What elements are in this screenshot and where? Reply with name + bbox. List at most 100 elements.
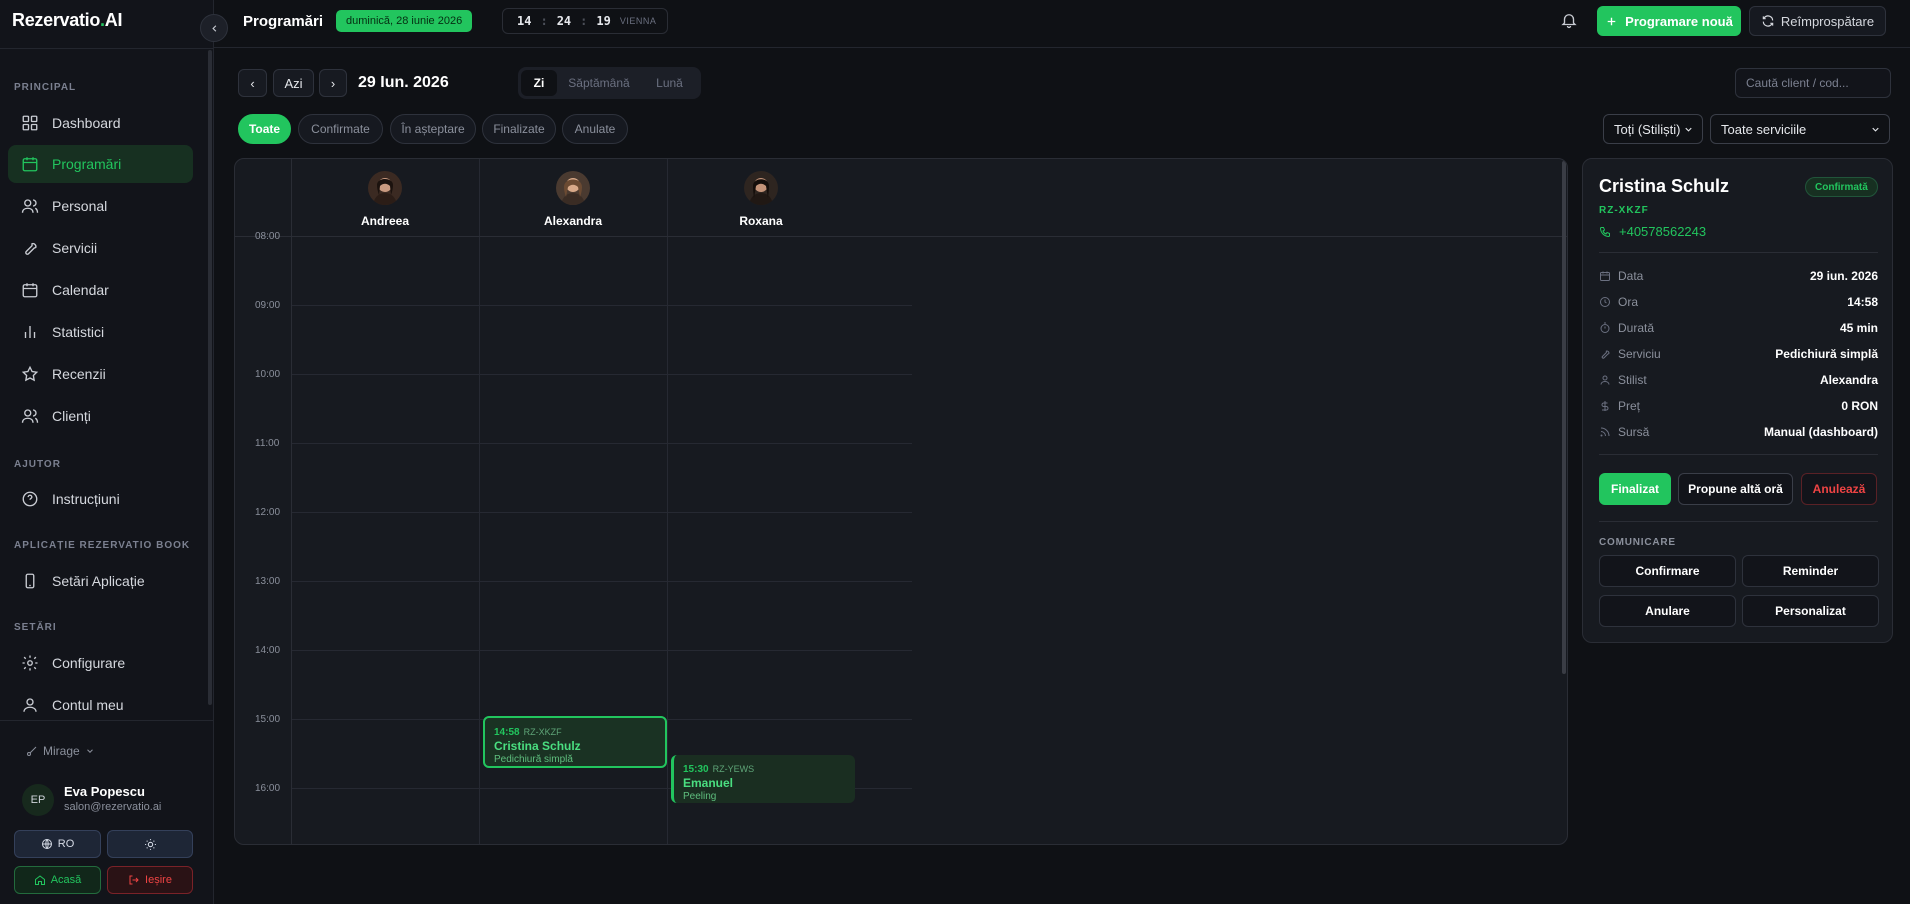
detail-row-date: Data 29 iun. 2026 (1599, 269, 1878, 283)
hour-label: 12:00 (255, 507, 281, 518)
sidebar-item-programari[interactable]: Programări (8, 145, 193, 183)
sidebar-item-setari-aplicatie[interactable]: Setări Aplicație (8, 562, 193, 600)
clock-separator: : (540, 14, 548, 28)
detail-row-service: Serviciu Pedichiură simplă (1599, 347, 1878, 361)
sidebar-item-servicii[interactable]: Servicii (8, 229, 193, 267)
today-button[interactable]: Azi (273, 69, 314, 97)
hour-label: 16:00 (255, 783, 281, 794)
filter-finished[interactable]: Finalizate (482, 114, 556, 144)
sidebar-item-clienti[interactable]: Clienți (8, 397, 193, 435)
send-cancellation-button[interactable]: Anulare (1599, 595, 1736, 627)
detail-label: Stilist (1618, 373, 1647, 387)
new-appointment-button[interactable]: Programare nouă (1597, 6, 1741, 36)
appointment-card[interactable]: 15:30 RZ-YEWS Emanuel Peeling (671, 755, 855, 803)
logout-button[interactable]: Ieșire (107, 866, 193, 894)
sidebar-item-label: Calendar (52, 282, 109, 298)
detail-label: Sursă (1618, 425, 1650, 439)
send-confirmation-button[interactable]: Confirmare (1599, 555, 1736, 587)
new-appointment-label: Programare nouă (1625, 13, 1733, 29)
filter-all[interactable]: Toate (238, 114, 291, 144)
detail-value: Alexandra (1819, 373, 1878, 387)
sidebar-item-dashboard[interactable]: Dashboard (8, 104, 193, 142)
bell-icon[interactable] (1560, 11, 1578, 29)
sidebar-item-instructiuni[interactable]: Instrucțiuni (8, 480, 193, 518)
next-day-button[interactable]: › (319, 69, 347, 97)
send-reminder-button[interactable]: Reminder (1742, 555, 1879, 587)
appointment-card[interactable]: 14:58 RZ-XKZF Cristina Schulz Pedichiură … (483, 716, 667, 768)
client-phone[interactable]: +40578562243 (1599, 224, 1706, 239)
filter-confirmed[interactable]: Confirmate (298, 114, 383, 144)
theme-toggle-button[interactable] (107, 830, 193, 858)
detail-label: Durată (1618, 321, 1655, 335)
avatar (556, 171, 590, 205)
sidebar-item-contul-meu[interactable]: Contul meu (8, 686, 193, 724)
chevron-down-icon (1683, 124, 1694, 135)
view-month-tab[interactable]: Lună (641, 70, 698, 96)
appointment-time: 15:30 (683, 764, 709, 775)
appointment-client: Emanuel (683, 776, 734, 790)
filter-pending[interactable]: În așteptare (390, 114, 476, 144)
sidebar-collapse-button[interactable] (200, 14, 228, 42)
appointment-service: Pedichiură simplă (494, 754, 573, 765)
clock-timezone: VIENNA (619, 16, 657, 26)
client-name: Cristina Schulz (1599, 176, 1730, 196)
view-week-tab[interactable]: Săptămână (559, 70, 639, 96)
language-button[interactable]: RO (14, 830, 101, 858)
service-select[interactable]: Toate serviciile (1710, 114, 1890, 144)
client-phone-value: +40578562243 (1619, 224, 1707, 239)
brand-logo[interactable]: Rezervatio.AI (12, 10, 122, 31)
sidebar: Rezervatio.AI PRINCIPAL Dashboard Progra… (0, 0, 214, 904)
wrench-icon (1599, 348, 1611, 360)
finalize-button[interactable]: Finalizat (1599, 473, 1671, 505)
stylist-select[interactable]: Toți (Stiliști) (1603, 114, 1703, 144)
home-icon (34, 874, 46, 886)
star-icon (21, 365, 39, 383)
refresh-icon (1761, 14, 1775, 28)
day-calendar: Andreea Alexandra Roxana 08:00 09:00 10:… (234, 158, 1568, 845)
sidebar-item-configurare[interactable]: Configurare (8, 644, 193, 682)
search-input[interactable] (1735, 68, 1891, 98)
user-email: salon@rezervatio.ai (64, 801, 162, 813)
section-aplicatie: APLICAȚIE REZERVATIO BOOK (14, 540, 191, 551)
hour-gridline (292, 374, 912, 375)
sidebar-item-label: Personal (52, 198, 108, 214)
prev-day-button[interactable]: ‹ (238, 69, 267, 97)
avatar[interactable]: EP (22, 784, 54, 816)
calendar-scrollbar[interactable] (1562, 161, 1566, 674)
salon-switcher[interactable]: Mirage (26, 744, 95, 758)
globe-icon (41, 838, 53, 850)
clock-hours: 14 (517, 14, 532, 28)
hour-label: 10:00 (255, 369, 281, 380)
sidebar-scrollbar[interactable] (208, 50, 212, 705)
filter-cancelled[interactable]: Anulate (562, 114, 628, 144)
detail-row-time: Ora 14:58 (1599, 295, 1878, 309)
propose-time-button[interactable]: Propune altă oră (1678, 473, 1793, 505)
detail-label: Serviciu (1618, 347, 1661, 361)
home-button[interactable]: Acasă (14, 866, 101, 894)
cancel-appointment-button[interactable]: Anulează (1801, 473, 1877, 505)
detail-value: 29 iun. 2026 (1809, 269, 1878, 283)
staff-column-roxana[interactable]: Roxana (667, 171, 855, 228)
sidebar-footer-divider (0, 720, 214, 721)
service-select-value: Toate serviciile (1721, 121, 1807, 137)
refresh-button[interactable]: Reîmprospătare (1749, 6, 1886, 36)
detail-label: Ora (1618, 295, 1639, 309)
staff-column-andreea[interactable]: Andreea (291, 171, 479, 228)
hour-label: 08:00 (255, 231, 281, 242)
panel-divider (1599, 521, 1878, 522)
clock-minutes: 24 (556, 14, 572, 28)
hour-gridline (292, 305, 912, 306)
staff-column-alexandra[interactable]: Alexandra (479, 171, 667, 228)
view-day-tab[interactable]: Zi (521, 70, 557, 96)
sidebar-item-personal[interactable]: Personal (8, 187, 193, 225)
detail-row-source: Sursă Manual (dashboard) (1599, 425, 1878, 439)
sidebar-item-recenzii[interactable]: Recenzii (8, 355, 193, 393)
appointment-client: Cristina Schulz (494, 739, 581, 753)
sun-icon (144, 838, 157, 851)
appointment-code: RZ-YEWS (712, 764, 755, 774)
dollar-icon (1599, 400, 1611, 412)
send-custom-message-button[interactable]: Personalizat (1742, 595, 1879, 627)
section-setari: SETĂRI (14, 622, 57, 633)
sidebar-item-calendar[interactable]: Calendar (8, 271, 193, 309)
sidebar-item-statistici[interactable]: Statistici (8, 313, 193, 351)
